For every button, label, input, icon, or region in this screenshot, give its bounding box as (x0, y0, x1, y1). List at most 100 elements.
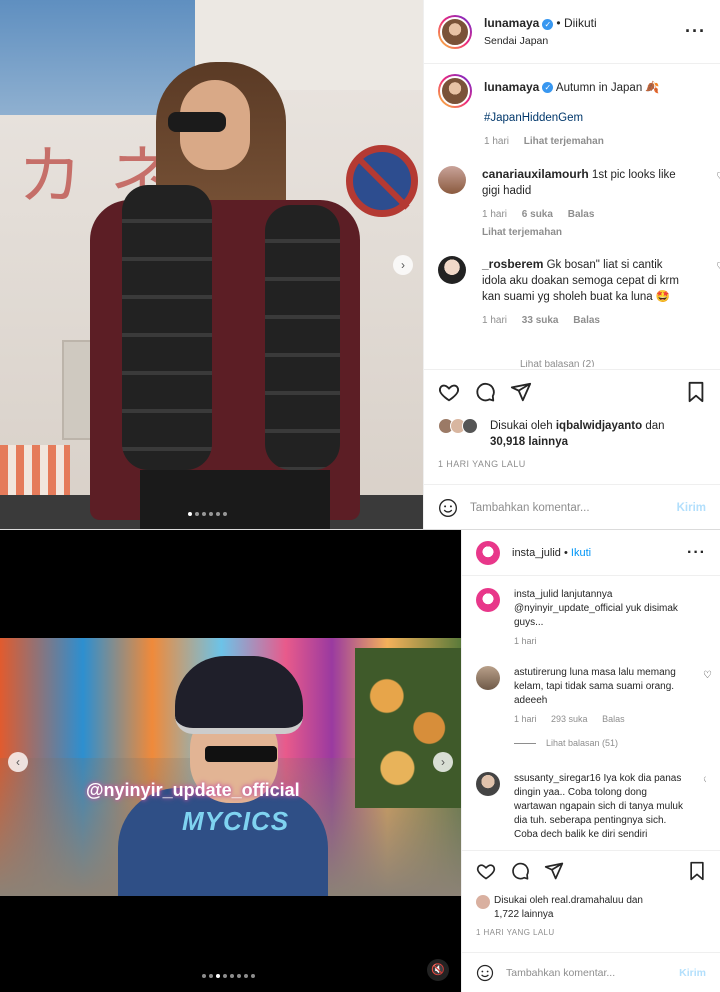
reply-button[interactable]: Balas (573, 315, 600, 326)
likes-count[interactable]: 30,918 lainnya (490, 436, 568, 448)
likes-count[interactable]: 1,722 lainnya (494, 909, 554, 920)
liker-avatar (476, 895, 490, 909)
avatar[interactable] (476, 666, 500, 690)
avatar[interactable] (438, 74, 472, 108)
likes-and: dan (645, 420, 665, 432)
comment: ssusanty_siregar16 Iya kok dia panas din… (476, 772, 706, 848)
comment-username[interactable]: ssusanty_siregar16 (514, 773, 601, 784)
reply-button[interactable]: Balas (568, 209, 595, 220)
caption-username[interactable]: lunamaya (484, 80, 539, 94)
emoji-icon[interactable] (476, 964, 494, 982)
translate-link[interactable]: Lihat terjemahan (482, 227, 562, 238)
add-comment-bar: Tambahkan komentar... Kirim (462, 952, 720, 992)
carousel-dot (216, 974, 220, 978)
caption-username[interactable]: insta_julid (514, 589, 558, 600)
likes-summary: Disukai oleh real.dramahaluu dan 1,722 l… (476, 894, 706, 922)
post-video: @nyinyir_update_official MYCICS ‹ › 🔇 (0, 530, 461, 992)
username[interactable]: insta_julid (512, 547, 561, 559)
comment-username[interactable]: canariauxilamourh (482, 167, 589, 181)
bookmark-icon[interactable] (688, 861, 706, 881)
share-send-icon[interactable] (510, 381, 532, 403)
liker-avatars (438, 418, 488, 436)
sunglasses (168, 112, 226, 132)
carousel-indicator (188, 512, 227, 516)
replies-line (514, 742, 536, 744)
comment-input[interactable]: Tambahkan komentar... (470, 502, 677, 514)
carousel-dot (230, 974, 234, 978)
flower-decoration (355, 648, 461, 808)
view-replies-cut[interactable]: Lihat balasan (2) (520, 360, 595, 367)
likes-prefix: Disukai oleh (490, 420, 553, 432)
comment: _rosberem Gk bosan" liat si cantik idola… (438, 256, 720, 326)
carousel-dot (188, 512, 192, 516)
view-replies-link[interactable]: Lihat balasan (51) (546, 738, 618, 748)
more-options-icon[interactable]: ··· (685, 21, 706, 42)
verified-icon: ✓ (542, 18, 554, 30)
follow-button[interactable]: Ikuti (571, 547, 591, 559)
carousel-next-button[interactable]: › (393, 255, 413, 275)
emoji-icon[interactable] (438, 498, 458, 518)
carousel-prev-button[interactable]: ‹ (8, 752, 28, 772)
follow-button[interactable]: Diikuti (564, 16, 597, 30)
comment-likes[interactable]: 293 suka (551, 714, 588, 724)
comment-likes[interactable]: 6 suka (522, 209, 553, 220)
post-timestamp: 1 HARI YANG LALU (476, 928, 555, 937)
share-send-icon[interactable] (544, 861, 564, 881)
translate-link[interactable]: Lihat terjemahan (524, 136, 604, 147)
follow-separator: • (563, 546, 571, 559)
post-header: lunamaya ✓ • Diikuti Sendai Japan ··· (424, 0, 720, 64)
like-heart-icon[interactable] (438, 381, 460, 403)
avatar[interactable] (476, 540, 500, 565)
caption-text: Autumn in Japan 🍂 (555, 82, 660, 94)
comment-username[interactable]: astutirerung (514, 667, 567, 678)
add-comment-bar: Tambahkan komentar... Kirim (424, 484, 720, 529)
carousel-dot (251, 974, 255, 978)
avatar[interactable] (438, 166, 466, 194)
mute-icon[interactable]: 🔇 (427, 959, 449, 981)
comment-username[interactable]: _rosberem (482, 257, 543, 271)
action-bar (476, 861, 706, 881)
comment-like-icon[interactable]: ♡ (716, 170, 720, 183)
comment-bubble-icon[interactable] (474, 381, 496, 403)
no-parking-sign (346, 145, 418, 217)
comment-like-icon[interactable]: ♡ (716, 260, 720, 273)
liker-username[interactable]: real.dramahaluu (551, 895, 623, 906)
post-header: insta_julid • Ikuti ··· (462, 530, 720, 576)
carousel-dot (244, 974, 248, 978)
likes-prefix: Disukai oleh (494, 895, 549, 906)
carousel-dot (195, 512, 199, 516)
like-heart-icon[interactable] (476, 861, 496, 881)
comment-bubble-icon[interactable] (510, 861, 530, 881)
bookmark-icon[interactable] (686, 381, 706, 403)
likes-summary: Disukai oleh iqbalwidjayanto dan 30,918 … (438, 418, 706, 450)
carousel-dot (216, 512, 220, 516)
avatar[interactable] (438, 256, 466, 284)
comment-like-icon[interactable]: ♡ (703, 776, 706, 787)
comment-like-icon[interactable]: ♡ (703, 670, 712, 681)
reply-button[interactable]: Balas (602, 714, 625, 724)
carousel-dot (223, 512, 227, 516)
avatar[interactable] (476, 772, 500, 796)
comment-input[interactable]: Tambahkan komentar... (506, 967, 679, 979)
carousel-indicator (202, 974, 255, 978)
verified-icon: ✓ (542, 82, 554, 94)
carousel-dot (209, 974, 213, 978)
post-comment-button[interactable]: Kirim (677, 502, 706, 514)
location-link[interactable]: Sendai Japan (484, 35, 597, 47)
caption-time: 1 hari (514, 636, 537, 646)
carousel-next-button[interactable]: › (433, 752, 453, 772)
avatar[interactable] (476, 588, 500, 612)
post-comment-button[interactable]: Kirim (679, 967, 706, 979)
liker-username[interactable]: iqbalwidjayanto (556, 420, 642, 432)
avatar[interactable] (438, 14, 472, 49)
caption: insta_julid lanjutannya @nyinyir_update_… (476, 588, 706, 646)
bucket-hat (175, 656, 303, 734)
post-image: カネ › (0, 0, 423, 529)
username[interactable]: lunamaya (484, 16, 539, 30)
carousel-dot (237, 974, 241, 978)
more-options-icon[interactable]: ··· (687, 544, 706, 562)
likes-and: dan (626, 895, 643, 906)
comment-likes[interactable]: 33 suka (522, 315, 559, 326)
hashtag-link[interactable]: #JapanHiddenGem (484, 110, 706, 126)
comment-time: 1 hari (482, 315, 508, 326)
